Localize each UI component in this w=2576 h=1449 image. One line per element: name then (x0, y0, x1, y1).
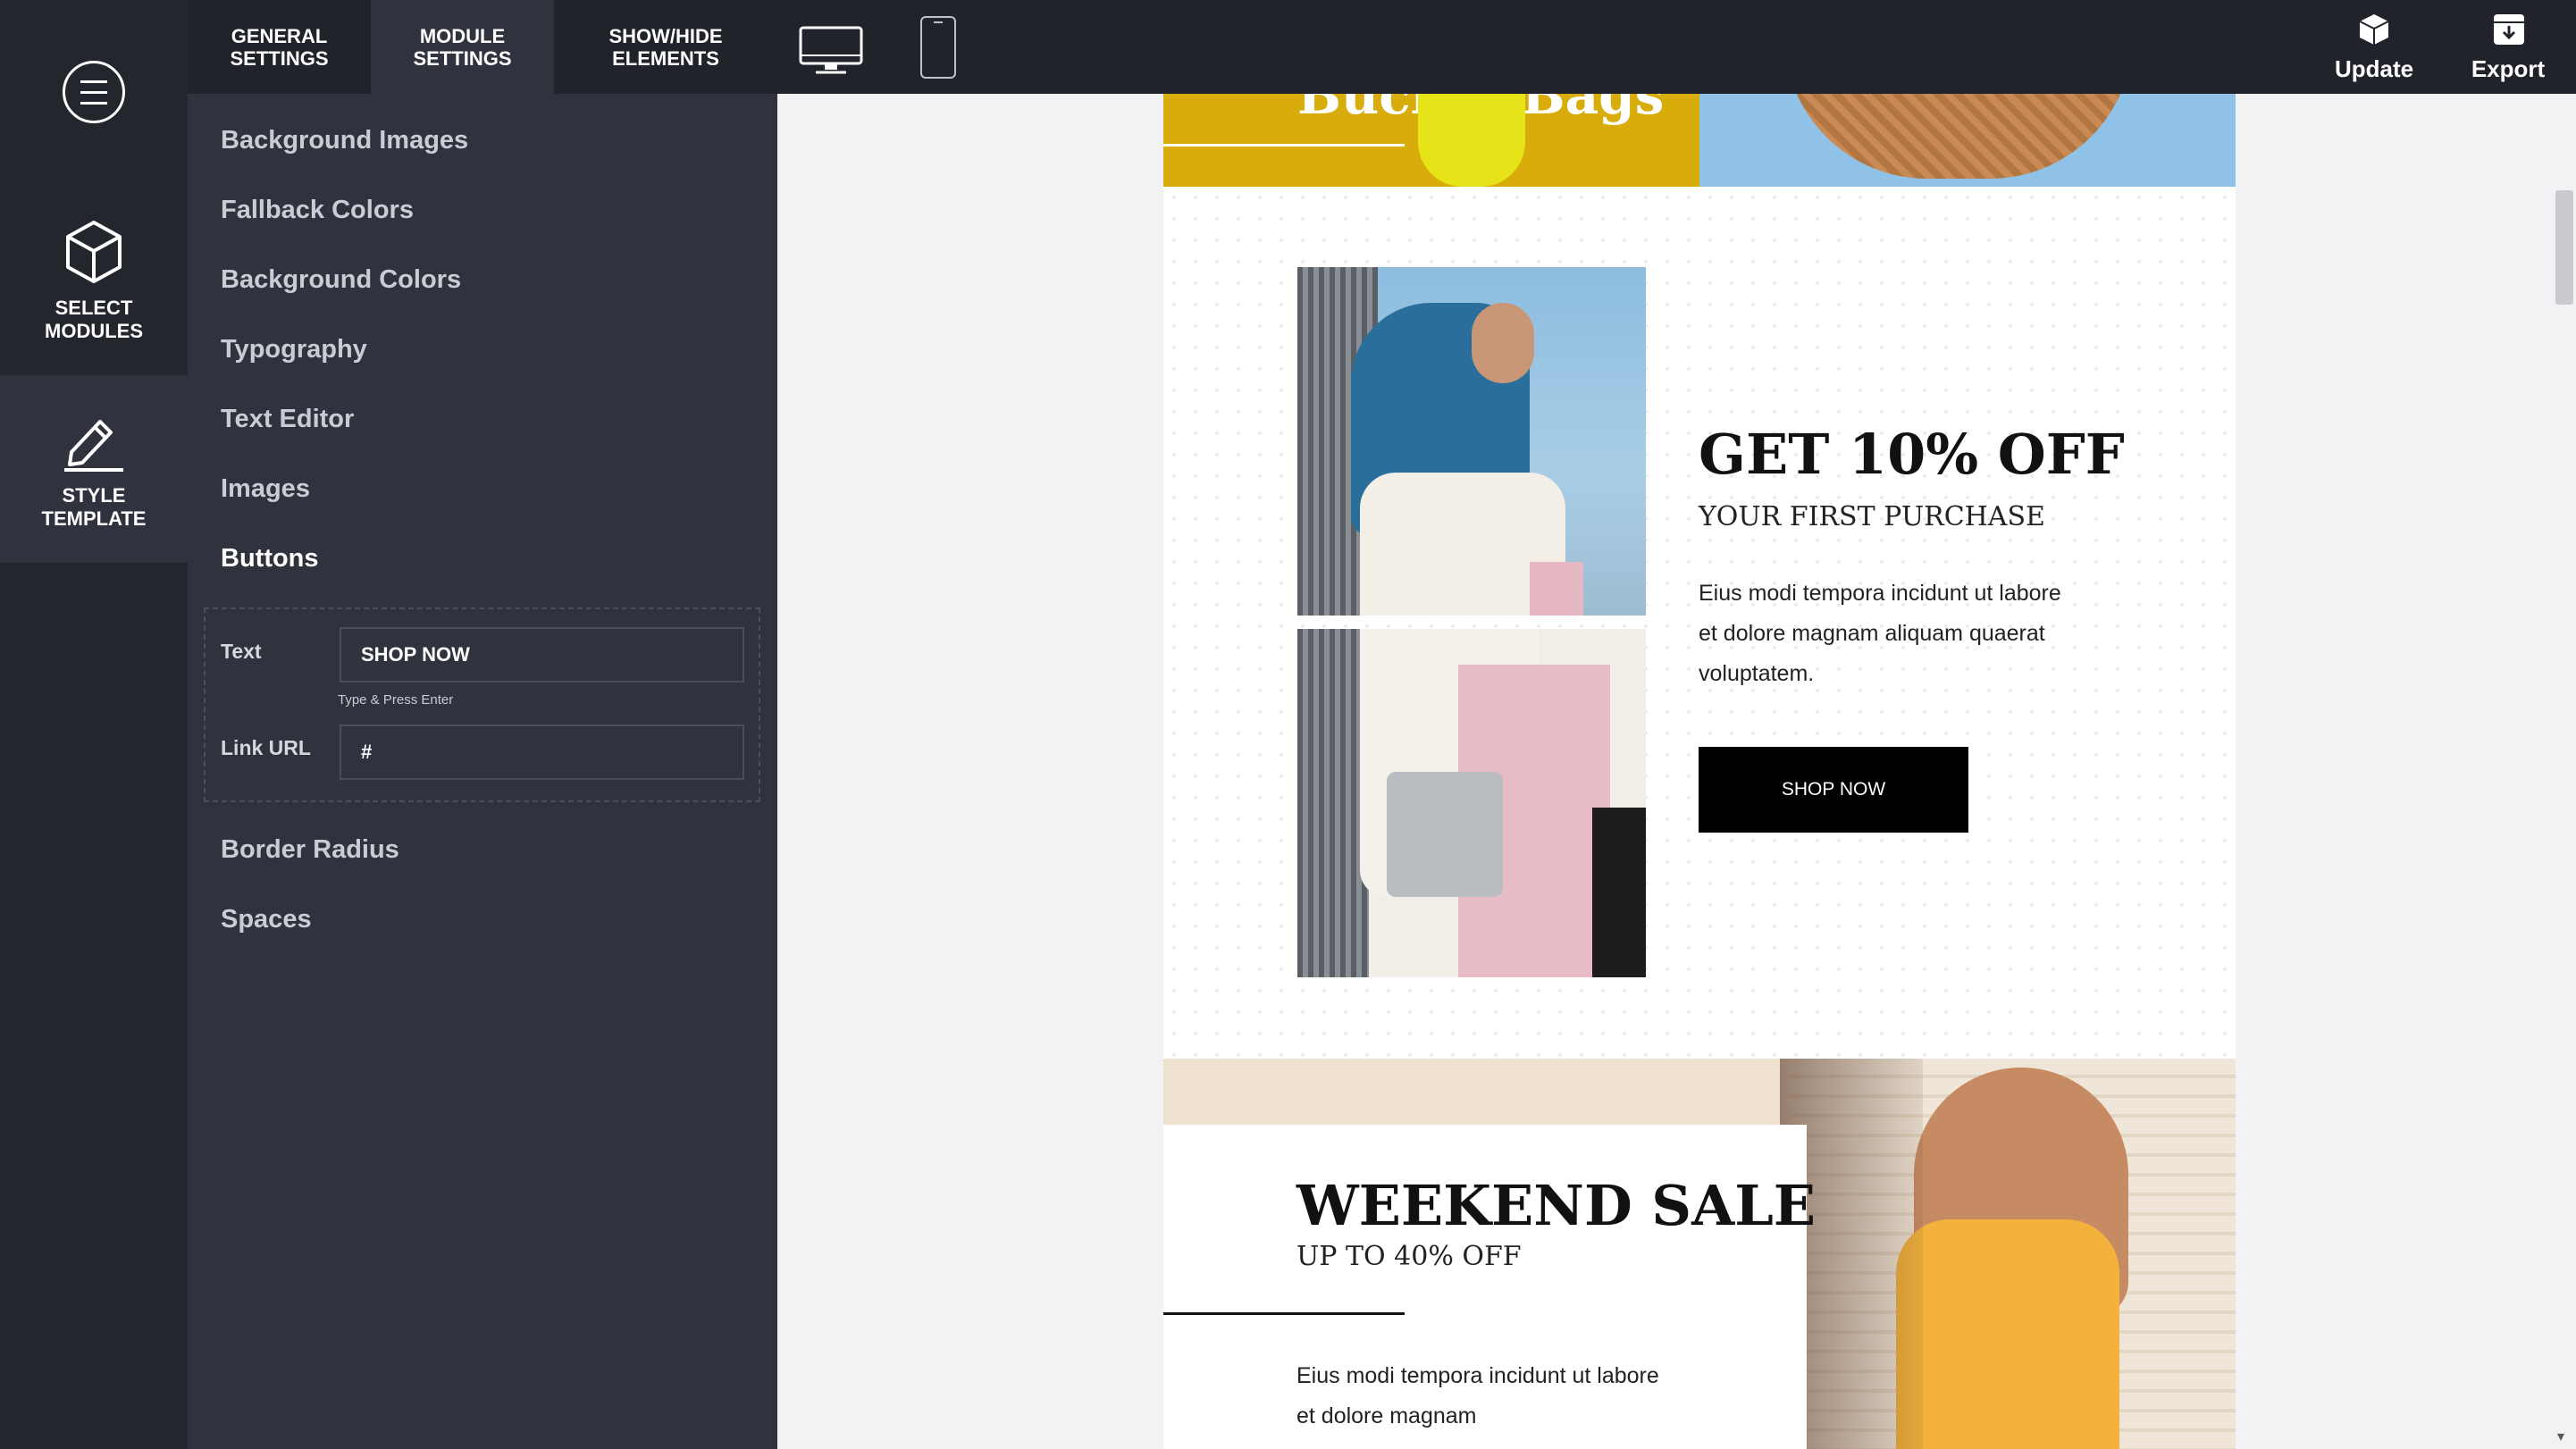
scrollbar-thumb[interactable] (2555, 190, 2573, 305)
cube-icon (66, 221, 122, 283)
shop-now-button[interactable]: SHOP NOW (1699, 747, 1968, 833)
menu-typography[interactable]: Typography (221, 335, 367, 364)
link-url-input[interactable]: # (340, 724, 744, 780)
woman-handbag-photo[interactable] (1297, 629, 1646, 977)
wicker-bag-image (1784, 94, 2133, 179)
tab-show-hide-elements[interactable]: SHOW/HIDE ELEMENTS (554, 0, 777, 94)
sale-body-text: Eius modi tempora incidunt ut labore et … (1296, 1363, 1659, 1428)
select-modules-label: SELECT MODULES (45, 297, 143, 342)
menu-buttons[interactable]: Buttons (221, 544, 319, 574)
menu-spaces[interactable]: Spaces (221, 905, 312, 934)
woman-scarf-photo[interactable] (1297, 267, 1646, 616)
hero-banner-right (1699, 94, 2236, 187)
tab-general-settings[interactable]: GENERAL SETTINGS (188, 0, 371, 94)
sale-title: WEEKEND SALE (1296, 1173, 1817, 1238)
sale-divider (1163, 1312, 1405, 1315)
scroll-down-icon[interactable]: ▾ (2557, 1428, 2564, 1445)
menu-border-radius[interactable]: Border Radius (221, 835, 399, 865)
desktop-icon[interactable] (798, 25, 864, 75)
tab-module-settings[interactable]: MODULE SETTINGS (371, 0, 554, 94)
update-button[interactable]: Update (2320, 11, 2428, 87)
yellow-coat-image (1418, 94, 1525, 187)
hamburger-menu-icon[interactable] (63, 61, 125, 123)
menu-fallback-colors[interactable]: Fallback Colors (221, 196, 414, 225)
export-label: Export (2471, 55, 2546, 82)
style-template-label: STYLE TEMPLATE (41, 484, 147, 530)
select-modules-button[interactable]: SELECT MODULES (0, 188, 188, 375)
menu-background-images[interactable]: Background Images (221, 126, 468, 155)
menu-background-colors[interactable]: Background Colors (221, 265, 461, 295)
promo-body-text: Eius modi tempora incidunt ut labore et … (1699, 581, 2061, 686)
style-template-button[interactable]: STYLE TEMPLATE (0, 375, 188, 563)
promo-title: GET 10% OFF (1699, 422, 2125, 487)
text-input-hint: Type & Press Enter (338, 692, 454, 708)
menu-images[interactable]: Images (221, 474, 310, 504)
archive-download-icon (2494, 14, 2524, 45)
mobile-icon[interactable] (919, 14, 958, 80)
promo-subtitle: YOUR FIRST PURCHASE (1699, 501, 2045, 532)
left-rail: SELECT MODULES STYLE TEMPLATE (0, 0, 188, 1449)
button-text-input[interactable]: SHOP NOW (340, 627, 744, 683)
text-field-label: Text (221, 640, 262, 663)
pencil-icon (64, 420, 123, 472)
box-icon (2359, 14, 2389, 45)
sale-subtitle: UP TO 40% OFF (1296, 1241, 1522, 1272)
update-label: Update (2334, 55, 2414, 82)
hero-banner-left: Bucket Bags (1163, 94, 1699, 187)
link-url-label: Link URL (221, 736, 311, 759)
export-button[interactable]: Export (2454, 11, 2562, 87)
menu-text-editor[interactable]: Text Editor (221, 405, 354, 434)
hero-divider (1163, 144, 1405, 147)
